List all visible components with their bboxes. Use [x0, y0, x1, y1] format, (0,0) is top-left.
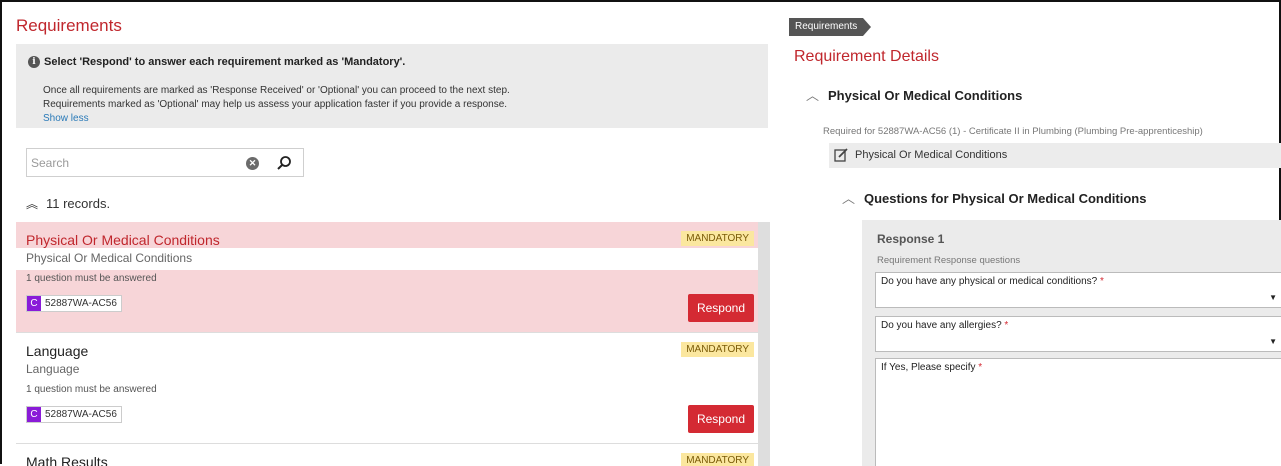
- show-less-link[interactable]: Show less: [43, 113, 89, 124]
- required-marker: *: [1004, 320, 1009, 331]
- field-label: If Yes, Please specify *: [881, 362, 982, 373]
- field-label: Do you have any physical or medical cond…: [881, 276, 1104, 287]
- window-frame: Requirements i Select 'Respond' to answe…: [0, 0, 1281, 466]
- section-title: Physical Or Medical Conditions: [828, 88, 1023, 103]
- dropdown-caret-icon[interactable]: ▼: [1269, 293, 1277, 302]
- info-icon: i: [28, 56, 40, 68]
- course-type-badge: C: [27, 407, 41, 422]
- page-title: Requirements: [16, 16, 122, 35]
- item-name: Language: [26, 343, 89, 359]
- medical-conditions-select[interactable]: Do you have any physical or medical cond…: [875, 272, 1281, 308]
- list-item-physical-medical[interactable]: Physical Or Medical Conditions Physical …: [16, 222, 758, 332]
- details-title: Requirement Details: [794, 48, 939, 65]
- course-tag: C 52887WA-AC56: [26, 295, 122, 312]
- field-label-text: If Yes, Please specify: [881, 362, 976, 373]
- mandatory-badge: MANDATORY: [681, 342, 754, 357]
- clear-search-icon[interactable]: ✕: [246, 157, 259, 170]
- specify-textarea[interactable]: If Yes, Please specify *: [875, 358, 1281, 466]
- required-for-text: Required for 52887WA-AC56 (1) - Certific…: [823, 126, 1203, 137]
- item-subtitle: Language: [26, 362, 80, 376]
- respond-button[interactable]: Respond: [688, 405, 754, 433]
- document-row[interactable]: Physical Or Medical Conditions: [829, 143, 1281, 168]
- response-title: Response 1: [877, 232, 945, 246]
- edit-document-icon: [834, 148, 848, 162]
- mandatory-badge: MANDATORY: [681, 231, 754, 246]
- requirement-details-panel: Requirements Requirement Details ︿ Physic…: [787, 2, 1281, 466]
- records-label: 11 records.: [46, 196, 111, 211]
- item-name: Physical Or Medical Conditions: [26, 232, 220, 248]
- info-box: i Select 'Respond' to answer each requir…: [16, 44, 768, 128]
- item-name: Math Results: [26, 454, 108, 466]
- item-note: 1 question must be answered: [26, 273, 157, 284]
- respond-button[interactable]: Respond: [688, 294, 754, 322]
- records-count: ︽ 11 records.: [26, 195, 110, 212]
- item-subtitle: Physical Or Medical Conditions: [26, 251, 193, 265]
- questions-title: Questions for Physical Or Medical Condit…: [864, 191, 1147, 206]
- field-label-text: Do you have any physical or medical cond…: [881, 276, 1098, 287]
- section-header[interactable]: ︿ Physical Or Medical Conditions: [806, 85, 1022, 104]
- list-item-language[interactable]: Language Language 1 question must be ans…: [16, 333, 758, 443]
- course-type-badge: C: [27, 296, 41, 311]
- response-card: Response 1 Requirement Response question…: [862, 220, 1281, 466]
- info-line-1: Once all requirements are marked as 'Res…: [43, 85, 510, 96]
- chevron-up-icon[interactable]: ︿: [842, 188, 864, 207]
- field-label: Do you have any allergies? *: [881, 320, 1008, 331]
- required-marker: *: [978, 362, 983, 373]
- list-item-math-results[interactable]: Math Results MANDATORY: [16, 444, 758, 466]
- requirements-list: Physical Or Medical Conditions Physical …: [16, 222, 770, 466]
- field-label-text: Do you have any allergies?: [881, 320, 1002, 331]
- search-icon[interactable]: [276, 155, 292, 171]
- requirements-panel: Requirements i Select 'Respond' to answe…: [16, 2, 771, 466]
- item-note: 1 question must be answered: [26, 384, 157, 395]
- info-line-2: Requirements marked as 'Optional' may he…: [43, 99, 508, 110]
- questions-header[interactable]: ︿ Questions for Physical Or Medical Condi…: [842, 188, 1146, 207]
- course-tag: C 52887WA-AC56: [26, 406, 122, 423]
- breadcrumb-requirements[interactable]: Requirements: [789, 18, 872, 36]
- course-code: 52887WA-AC56: [45, 298, 117, 309]
- course-code: 52887WA-AC56: [45, 409, 117, 420]
- search-input[interactable]: [31, 153, 231, 173]
- mandatory-badge: MANDATORY: [681, 453, 754, 466]
- search-box: ✕: [26, 148, 304, 177]
- info-heading: Select 'Respond' to answer each requirem…: [44, 56, 406, 68]
- response-subtitle: Requirement Response questions: [877, 255, 1021, 266]
- list-scrollbar[interactable]: [758, 222, 770, 466]
- collapse-chevron-icon[interactable]: ︽: [26, 195, 46, 212]
- chevron-up-icon[interactable]: ︿: [806, 85, 828, 104]
- required-marker: *: [1100, 276, 1104, 287]
- document-label: Physical Or Medical Conditions: [855, 149, 1008, 161]
- dropdown-caret-icon[interactable]: ▼: [1269, 337, 1277, 346]
- allergies-select[interactable]: Do you have any allergies? * ▼: [875, 316, 1281, 352]
